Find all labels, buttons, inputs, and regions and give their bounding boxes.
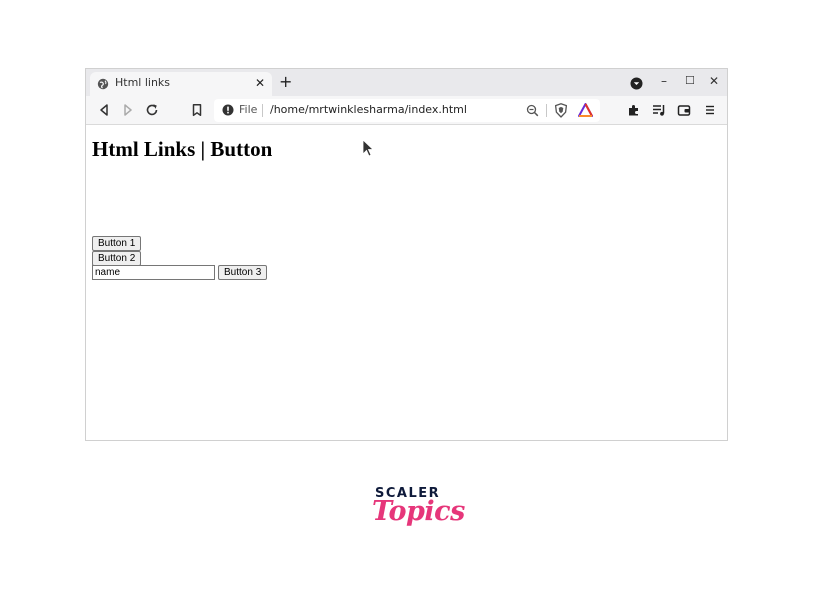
zoom-icon[interactable]	[526, 104, 539, 117]
navigation-toolbar: File /home/mrtwinklesharma/index.html	[86, 96, 727, 125]
button-1[interactable]: Button 1	[92, 236, 142, 251]
address-bar[interactable]: File /home/mrtwinklesharma/index.html	[214, 99, 600, 122]
globe-icon	[97, 78, 109, 90]
back-icon[interactable]	[97, 103, 111, 117]
tab-bar: Html links ✕ + – ☐ ✕	[86, 69, 727, 96]
url-divider-2	[546, 104, 547, 117]
button-3[interactable]: Button 3	[218, 265, 268, 280]
button-2[interactable]: Button 2	[92, 251, 142, 266]
scaler-topics-logo: SCALER Topics	[368, 486, 465, 548]
brave-shield-icon[interactable]	[554, 103, 568, 118]
playlist-icon[interactable]	[652, 103, 666, 117]
tab-close-icon[interactable]: ✕	[255, 76, 265, 90]
brave-rewards-icon[interactable]	[578, 103, 593, 117]
tab-list-dropdown-icon[interactable]	[630, 77, 643, 90]
forward-icon[interactable]	[121, 103, 135, 117]
window-close-button[interactable]: ✕	[709, 74, 719, 88]
maximize-button[interactable]: ☐	[685, 74, 695, 88]
page-viewport: Html Links | Button Button 1 Button 2 Bu…	[86, 125, 727, 440]
info-icon[interactable]	[222, 104, 234, 116]
url-scheme-label: File	[239, 103, 258, 116]
tab-title: Html links	[115, 76, 171, 89]
url-text[interactable]: /home/mrtwinklesharma/index.html	[270, 103, 467, 116]
logo-topics-text: Topics	[372, 496, 465, 527]
minimize-button[interactable]: –	[661, 74, 667, 88]
reload-icon[interactable]	[145, 103, 159, 117]
extensions-icon[interactable]	[627, 103, 641, 117]
name-input[interactable]	[92, 265, 215, 280]
url-divider	[262, 104, 263, 117]
wallet-icon[interactable]	[677, 103, 691, 117]
browser-window: Html links ✕ + – ☐ ✕ File /home/mrtwinkl…	[85, 68, 728, 441]
new-tab-button[interactable]: +	[279, 74, 292, 90]
menu-icon[interactable]	[703, 103, 717, 117]
tab-html-links[interactable]: Html links ✕	[90, 72, 272, 96]
page-heading: Html Links | Button	[92, 137, 273, 161]
bookmark-icon[interactable]	[190, 103, 204, 117]
mouse-cursor-icon	[362, 139, 374, 157]
